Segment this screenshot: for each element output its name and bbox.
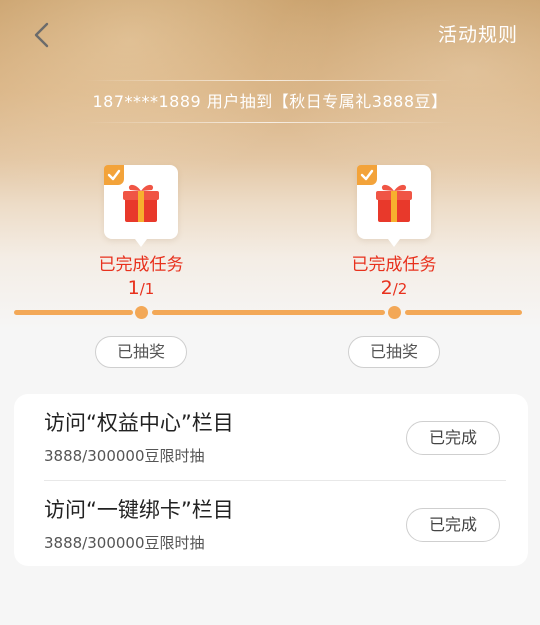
back-chevron-icon[interactable] [28, 20, 58, 50]
progress-track-segment [152, 310, 385, 315]
progress-track-segment [405, 310, 522, 315]
task-title: 访问“一键绑卡”栏目 [44, 498, 234, 522]
gift-box-icon [123, 184, 159, 222]
notice-bottom-rule [85, 122, 455, 123]
milestone-progress: 2/2 [380, 277, 408, 299]
notice-top-rule [85, 80, 455, 81]
activity-rules-link[interactable]: 活动规则 [438, 20, 518, 47]
task-item: 访问“权益中心”栏目 3888/300000豆限时抽 已完成 [14, 394, 528, 481]
gift-card [104, 165, 178, 247]
checkmark-icon [357, 165, 377, 185]
milestone-status: 已完成任务 [351, 255, 437, 275]
milestone-progress: 1/1 [127, 277, 155, 299]
gift-box-icon [376, 184, 412, 222]
milestone-status: 已完成任务 [98, 255, 184, 275]
gift-card [357, 165, 431, 247]
drawn-button-2[interactable]: 已抽奖 [348, 336, 440, 368]
progress-node-1 [135, 306, 148, 319]
task-list: 访问“权益中心”栏目 3888/300000豆限时抽 已完成 访问“一键绑卡”栏… [14, 394, 528, 566]
task-subtitle: 3888/300000豆限时抽 [44, 534, 205, 552]
milestone-2: 已完成任务 2/2 [322, 165, 462, 305]
checkmark-icon [104, 165, 124, 185]
task-item: 访问“一键绑卡”栏目 3888/300000豆限时抽 已完成 [14, 481, 528, 567]
task-completed-button[interactable]: 已完成 [406, 421, 500, 455]
task-title: 访问“权益中心”栏目 [44, 411, 234, 435]
progress-node-2 [388, 306, 401, 319]
winner-notice: 187****1889 用户抽到【秋日专属礼3888豆】 [92, 92, 448, 111]
progress-track-segment [14, 310, 133, 315]
drawn-button-1[interactable]: 已抽奖 [95, 336, 187, 368]
milestone-1: 已完成任务 1/1 [69, 165, 209, 305]
task-completed-button[interactable]: 已完成 [406, 508, 500, 542]
task-subtitle: 3888/300000豆限时抽 [44, 447, 205, 465]
